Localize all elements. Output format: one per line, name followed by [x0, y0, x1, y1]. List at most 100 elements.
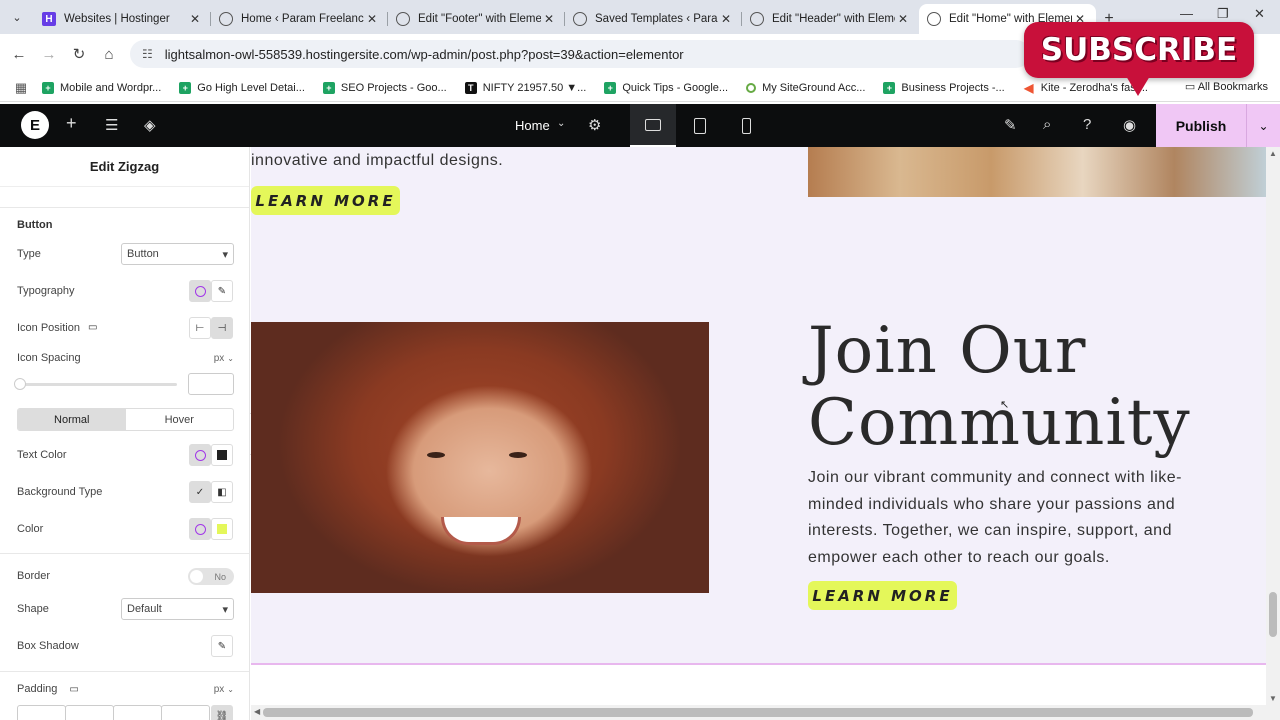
home-icon[interactable]: ⌂ [94, 46, 124, 63]
padding-left-input[interactable] [161, 705, 210, 720]
section-label: Button [17, 219, 53, 231]
icon-spacing-slider[interactable] [14, 378, 177, 390]
unit-selector[interactable]: px [214, 684, 225, 695]
bookmark-item[interactable]: + Mobile and Wordpr... [42, 81, 162, 94]
padding-right-input[interactable] [65, 705, 114, 720]
bookmark-item[interactable]: + Business Projects -... [883, 81, 1005, 94]
chevron-down-icon[interactable]: ⌄ [557, 118, 565, 129]
browser-tab[interactable]: Saved Templates ‹ Param F ✕ [565, 4, 742, 34]
scrollbar-thumb[interactable] [1269, 592, 1277, 637]
bookmark-item[interactable]: + Quick Tips - Google... [604, 81, 728, 94]
chevron-down-icon[interactable]: ⌄ [227, 685, 234, 694]
reload-icon[interactable]: ↻ [64, 45, 94, 63]
forward-icon[interactable]: → [34, 46, 64, 63]
edit-pencil-icon[interactable]: ✎ [211, 280, 233, 302]
border-toggle[interactable]: No [188, 568, 234, 585]
icon-position-start-icon[interactable]: ⊢ [189, 317, 211, 339]
desktop-view-icon[interactable] [630, 104, 676, 147]
responsive-desktop-icon[interactable]: ▭ [88, 322, 97, 333]
browser-tab[interactable]: Edit "Footer" with Element ✕ [388, 4, 565, 34]
vertical-scrollbar[interactable]: ▲ ▼ [1266, 147, 1280, 705]
learn-more-button[interactable]: LEARN MORE [251, 186, 400, 215]
horizontal-scrollbar[interactable]: ◀ [251, 705, 1280, 720]
bookmark-item[interactable]: + Go High Level Detai... [179, 81, 305, 94]
scroll-down-icon[interactable]: ▼ [1269, 694, 1277, 703]
chevron-down-icon[interactable]: ⌄ [227, 354, 234, 363]
close-icon[interactable]: ✕ [718, 12, 734, 26]
bookmark-item[interactable]: T NIFTY 21957.50 ▼... [464, 81, 586, 94]
tradingview-icon: T [464, 81, 477, 94]
responsive-desktop-icon[interactable]: ▭ [69, 684, 213, 695]
scroll-left-icon[interactable]: ◀ [254, 707, 260, 716]
help-icon[interactable]: ? [1083, 116, 1091, 133]
type-value: Button [127, 248, 159, 260]
structure-layers-icon[interactable]: ◈ [144, 116, 156, 134]
page-settings-icon[interactable]: ⚙ [588, 116, 601, 134]
close-icon[interactable]: ✕ [187, 12, 203, 26]
bookmark-label: Mobile and Wordpr... [60, 81, 162, 94]
global-color-icon[interactable] [189, 518, 211, 540]
gradient-icon[interactable]: ◧ [211, 481, 233, 503]
minimize-icon[interactable]: — [1180, 6, 1193, 21]
site-settings-icon[interactable]: ☰ [105, 116, 118, 134]
bookmark-item[interactable]: + SEO Projects - Goo... [322, 81, 447, 94]
padding-bottom-input[interactable] [113, 705, 162, 720]
elementor-topbar: E + ☰ ◈ Home ⌄ ⚙ ✎ ⌕ ? ◉ Publish ⌄ [0, 104, 1280, 147]
globe-icon [573, 12, 587, 26]
search-icon[interactable]: ⌕ [1043, 116, 1051, 133]
icon-spacing-input[interactable] [188, 373, 234, 395]
tab-title: Saved Templates ‹ Param F [595, 13, 718, 25]
close-icon[interactable]: ✕ [541, 12, 557, 26]
shape-select[interactable]: Default ▾ [121, 598, 234, 620]
bookmark-label: My SiteGround Acc... [762, 81, 866, 94]
chevron-down-icon[interactable]: ⌄ [1246, 104, 1280, 147]
publish-button[interactable]: Publish ⌄ [1156, 104, 1280, 147]
brush-classic-icon[interactable]: ✓ [189, 481, 211, 503]
link-values-icon[interactable]: ⛓ [211, 705, 233, 720]
learn-more-button[interactable]: LEARN MORE [808, 581, 957, 610]
type-select[interactable]: Button ▾ [121, 243, 234, 265]
bg-color-swatch[interactable] [211, 518, 233, 540]
add-element-icon[interactable]: + [66, 113, 77, 134]
slider-handle[interactable] [14, 378, 26, 390]
site-info-icon[interactable]: ☷ [142, 47, 153, 61]
window-close-icon[interactable]: ✕ [1254, 6, 1265, 22]
notifications-icon[interactable]: ✎ [1004, 116, 1017, 134]
close-icon[interactable]: ✕ [364, 12, 380, 26]
global-color-icon[interactable] [189, 444, 211, 466]
folder-icon: ▭ [1184, 81, 1198, 93]
global-typography-icon[interactable] [189, 280, 211, 302]
subscribe-badge[interactable]: SUBSCRIBE [1024, 22, 1254, 96]
tab-search-icon[interactable]: ⌄ [0, 0, 34, 34]
restore-icon[interactable]: ❐ [1217, 6, 1229, 22]
preview-eye-icon[interactable]: ◉ [1123, 116, 1136, 134]
close-icon[interactable]: ✕ [895, 12, 911, 26]
elementor-logo-icon[interactable]: E [21, 111, 49, 139]
bookmark-item[interactable]: My SiteGround Acc... [746, 82, 865, 94]
browser-tab[interactable]: Home ‹ Param Freelance — ✕ [211, 4, 388, 34]
all-bookmarks-label: All Bookmarks [1197, 81, 1268, 93]
scroll-up-icon[interactable]: ▲ [1269, 149, 1277, 158]
globe-icon [219, 12, 233, 26]
scrollbar-thumb[interactable] [263, 708, 1253, 717]
back-icon[interactable]: ← [4, 46, 34, 63]
divider [0, 553, 249, 554]
url-field[interactable]: ☷ lightsalmon-owl-558539.hostingersite.c… [130, 40, 1030, 68]
icon-position-end-icon[interactable]: ⊣ [211, 317, 233, 339]
edit-pencil-icon[interactable]: ✎ [211, 635, 233, 657]
padding-top-input[interactable] [17, 705, 66, 720]
tab-hover[interactable]: Hover [126, 409, 234, 430]
plus-icon: + [179, 81, 192, 94]
page-name[interactable]: Home [515, 118, 550, 133]
unit-selector[interactable]: px [214, 353, 225, 364]
all-bookmarks[interactable]: ▭ All Bookmarks [1185, 80, 1268, 93]
mobile-view-icon[interactable] [723, 104, 769, 147]
settings-panel: Edit Zigzag Button Type Button ▾ Typograp… [0, 147, 250, 720]
browser-tab[interactable]: H Websites | Hostinger ✕ [34, 4, 211, 34]
portrait-eye [509, 452, 527, 458]
apps-grid-icon[interactable]: ▦ [0, 80, 42, 96]
tab-normal[interactable]: Normal [18, 409, 126, 430]
tablet-view-icon[interactable] [677, 104, 723, 147]
browser-tab[interactable]: Edit "Header" with Elemen ✕ [742, 4, 919, 34]
text-color-swatch[interactable] [211, 444, 233, 466]
